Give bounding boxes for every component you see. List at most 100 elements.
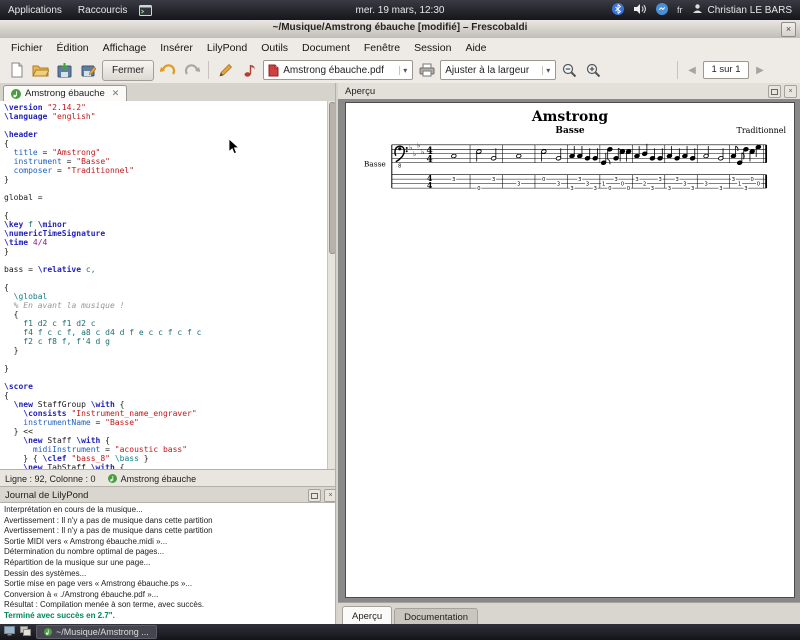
menu-inserer[interactable]: Insérer bbox=[153, 40, 200, 56]
svg-text:2: 2 bbox=[643, 181, 646, 187]
code-line[interactable]: f4 f c c f, a8 c d4 d f e c c f c f c bbox=[4, 328, 331, 337]
terminal-launcher-icon[interactable] bbox=[135, 0, 155, 20]
toolbar-separator bbox=[208, 61, 209, 79]
code-line[interactable]: \new Staff \with { bbox=[4, 436, 331, 445]
code-line[interactable]: \time 4/4 bbox=[4, 238, 331, 247]
code-line[interactable]: { bbox=[4, 211, 331, 220]
applications-menu[interactable]: Applications bbox=[0, 0, 70, 20]
show-desktop-icon[interactable] bbox=[4, 626, 15, 638]
open-document-button[interactable] bbox=[30, 60, 51, 81]
user-menu[interactable]: Christian LE BARS bbox=[692, 3, 796, 17]
zoom-out-button[interactable] bbox=[559, 60, 580, 81]
frescobaldi-window: ~/Musique/Amstrong ébauche [modifié] – F… bbox=[0, 20, 800, 624]
page-number-field[interactable]: 1 sur 1 bbox=[703, 61, 749, 79]
music-document-combo[interactable]: Amstrong ébauche.pdf ▾ bbox=[263, 60, 413, 80]
code-line[interactable]: \header bbox=[4, 130, 331, 139]
code-line[interactable]: \version "2.14.2" bbox=[4, 103, 331, 112]
new-document-button[interactable] bbox=[6, 60, 27, 81]
code-line[interactable]: % En avant la musique ! bbox=[4, 301, 331, 310]
code-line[interactable]: \key f \minor bbox=[4, 220, 331, 229]
document-tab-label: Amstrong ébauche bbox=[25, 88, 105, 99]
engrave-button[interactable] bbox=[239, 60, 260, 81]
next-page-button[interactable]: ▶ bbox=[752, 65, 768, 76]
menu-document[interactable]: Document bbox=[295, 40, 357, 56]
current-document-indicator[interactable]: Amstrong ébauche bbox=[108, 474, 197, 484]
code-line[interactable]: } << bbox=[4, 427, 331, 436]
code-line[interactable]: instrumentName = "Basse" bbox=[4, 418, 331, 427]
code-line[interactable] bbox=[4, 121, 331, 130]
code-line[interactable]: { bbox=[4, 391, 331, 400]
svg-text:3: 3 bbox=[719, 186, 722, 192]
code-line[interactable] bbox=[4, 184, 331, 193]
code-line[interactable]: \global bbox=[4, 292, 331, 301]
log-float-button[interactable] bbox=[308, 489, 321, 502]
menu-edition[interactable]: Édition bbox=[50, 40, 96, 56]
code-line[interactable] bbox=[4, 202, 331, 211]
menu-outils[interactable]: Outils bbox=[254, 40, 295, 56]
code-line[interactable]: } bbox=[4, 175, 331, 184]
code-line[interactable]: composer = "Traditionnel" bbox=[4, 166, 331, 175]
menu-fichier[interactable]: Fichier bbox=[4, 40, 50, 56]
menu-fenetre[interactable]: Fenêtre bbox=[357, 40, 407, 56]
tab-close-icon[interactable]: ✕ bbox=[112, 88, 120, 99]
preview-float-button[interactable] bbox=[768, 85, 781, 98]
code-line[interactable]: global = bbox=[4, 193, 331, 202]
window-close-button[interactable]: × bbox=[781, 22, 796, 37]
code-line[interactable]: f2 c f8 f, f'4 d g bbox=[4, 337, 331, 346]
zoom-in-button[interactable] bbox=[583, 60, 604, 81]
code-line[interactable]: { bbox=[4, 310, 331, 319]
panel-tab-documentation[interactable]: Documentation bbox=[394, 608, 478, 625]
code-line[interactable]: \new StaffGroup \with { bbox=[4, 400, 331, 409]
code-line[interactable]: \language "english" bbox=[4, 112, 331, 121]
titlebar[interactable]: ~/Musique/Amstrong ébauche [modifié] – F… bbox=[0, 20, 800, 39]
code-line[interactable]: f1 d2 c f1 d2 c bbox=[4, 319, 331, 328]
menu-affichage[interactable]: Affichage bbox=[96, 40, 154, 56]
document-tab[interactable]: Amstrong ébauche ✕ bbox=[3, 85, 127, 102]
code-line[interactable] bbox=[4, 355, 331, 364]
panel-tab-apercu[interactable]: Aperçu bbox=[342, 606, 392, 625]
code-line[interactable]: midiInstrument = "acoustic bass" bbox=[4, 445, 331, 454]
score-page[interactable]: AmstrongBasseTraditionnelBasse8♭♭♭♭44443… bbox=[345, 102, 795, 598]
code-editor[interactable]: \version "2.14.2"\language "english" \he… bbox=[0, 101, 331, 471]
code-line[interactable]: } bbox=[4, 247, 331, 256]
network-icon[interactable] bbox=[656, 3, 668, 18]
menu-lilypond[interactable]: LilyPond bbox=[200, 40, 254, 56]
code-line[interactable]: title = "Amstrong" bbox=[4, 148, 331, 157]
log-line: Dessin des systèmes... bbox=[4, 569, 339, 580]
save-as-button[interactable] bbox=[78, 60, 99, 81]
menu-aide[interactable]: Aide bbox=[458, 40, 493, 56]
code-line[interactable]: } { \clef "bass_8" \bass } bbox=[4, 454, 331, 463]
svg-text:3: 3 bbox=[651, 186, 654, 192]
edit-in-place-button[interactable] bbox=[215, 60, 236, 81]
code-line[interactable]: \consists "Instrument_name_engraver" bbox=[4, 409, 331, 418]
zoom-combo[interactable]: Ajuster à la largeur ▾ bbox=[440, 60, 556, 80]
taskbar-window-button[interactable]: ~/Musique/Amstrong ... bbox=[36, 625, 157, 639]
redo-button[interactable] bbox=[181, 60, 202, 81]
code-line[interactable] bbox=[4, 373, 331, 382]
save-button[interactable] bbox=[54, 60, 75, 81]
code-line[interactable]: \numericTimeSignature bbox=[4, 229, 331, 238]
volume-icon[interactable] bbox=[633, 3, 647, 18]
code-line[interactable]: instrument = "Basse" bbox=[4, 157, 331, 166]
undo-button[interactable] bbox=[157, 60, 178, 81]
code-line[interactable] bbox=[4, 256, 331, 265]
keyboard-layout-indicator[interactable]: fr bbox=[677, 5, 683, 15]
lilypond-log[interactable]: Interprétation en cours de la musique...… bbox=[0, 502, 339, 627]
menu-session[interactable]: Session bbox=[407, 40, 458, 56]
window-list-icon[interactable] bbox=[20, 626, 31, 638]
preview-close-button[interactable]: × bbox=[784, 85, 797, 98]
svg-text:3: 3 bbox=[744, 186, 747, 192]
code-line[interactable]: { bbox=[4, 139, 331, 148]
previous-page-button[interactable]: ◀ bbox=[684, 65, 700, 76]
code-line[interactable]: bass = \relative c, bbox=[4, 265, 331, 274]
code-line[interactable]: \score bbox=[4, 382, 331, 391]
code-line[interactable] bbox=[4, 274, 331, 283]
print-music-button[interactable] bbox=[416, 60, 437, 81]
bluetooth-icon[interactable] bbox=[612, 3, 624, 18]
code-line[interactable]: } bbox=[4, 364, 331, 373]
places-menu[interactable]: Raccourcis bbox=[70, 0, 135, 20]
close-document-button[interactable]: Fermer bbox=[102, 60, 154, 81]
code-line[interactable]: } bbox=[4, 346, 331, 355]
code-line[interactable]: { bbox=[4, 283, 331, 292]
music-document-value: Amstrong ébauche.pdf bbox=[283, 65, 395, 76]
